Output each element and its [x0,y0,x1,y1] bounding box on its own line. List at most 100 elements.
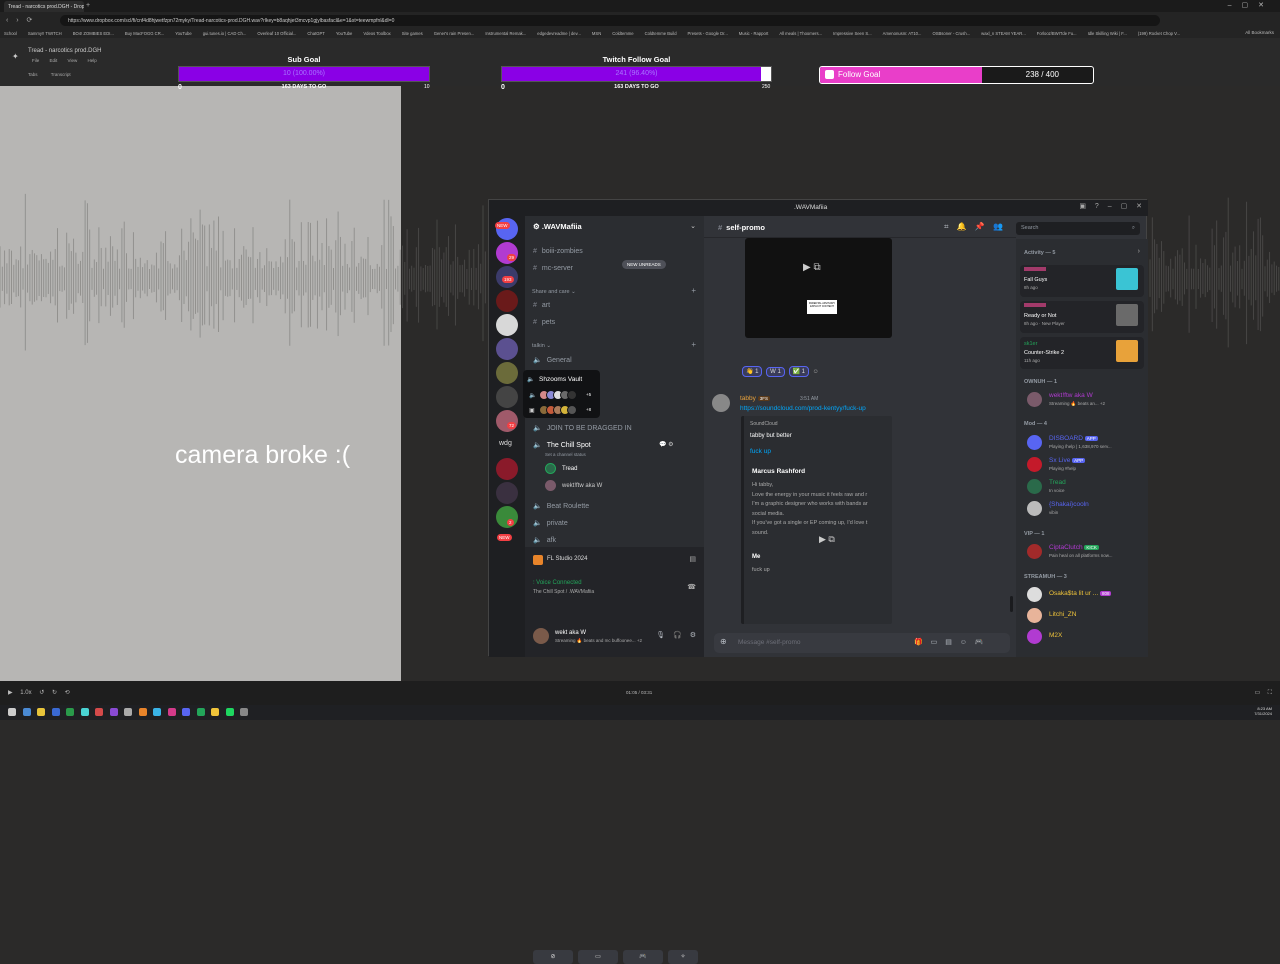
voice-channel-beat-roulette[interactable]: 🔈 Beat Roulette [533,502,589,510]
bookmark-item[interactable]: waxl_n STEAM YEAR... [981,31,1026,36]
window-controls[interactable]: –▢✕ [1228,1,1274,9]
avatar[interactable] [1027,435,1042,450]
disconnect-icon[interactable]: ☎ [687,583,696,591]
new-tab-icon[interactable]: + [86,2,90,9]
menu-item[interactable]: Help [87,58,96,63]
nav-buttons[interactable]: ‹ › ⟳ [6,16,32,24]
taskbar-app-icon[interactable] [51,708,60,716]
voice-channel-chill-spot[interactable]: 🔈 The Chill Spot [533,441,591,449]
bookmark-item[interactable]: Music - Rapport [739,31,769,36]
soundboard-button[interactable]: ✧ [668,950,698,964]
avatar[interactable] [545,480,556,491]
member-name[interactable]: Osaka$ta lit ur ... 808 [1049,590,1112,597]
channel-status[interactable]: Set a channel status [545,452,586,457]
bookmark-item[interactable]: All meals | Thoomers... [779,31,822,36]
tab-transcript[interactable]: Transcript [51,72,71,77]
bookmark-item[interactable]: Buy MacFOGG CR... [125,31,164,36]
chat-scrollbar[interactable] [1010,596,1013,612]
bookmark-item[interactable]: MSN [592,31,601,36]
header-icons[interactable]: ⌗ 🔔 📌 👥 [944,222,1003,232]
taskbar-app-icon[interactable] [153,708,161,716]
taskbar-app-icon[interactable] [138,708,147,716]
bookmark-item[interactable]: Amenonusm: AT10... [883,31,922,36]
server-icon[interactable] [496,338,518,360]
taskbar-app-icon[interactable] [80,708,89,716]
taskbar-app-icon[interactable] [196,708,205,716]
bookmark-item[interactable]: Gener's rain Presen... [434,31,475,36]
speed-label[interactable]: 1.0x [20,690,31,696]
bookmark-item[interactable]: Sammy!! TWITCH [28,31,62,36]
add-channel-icon[interactable]: + [691,286,696,295]
bookmark-item[interactable]: Forlooz/BWITde Fu... [1037,31,1077,36]
clock[interactable]: 8:23 AM 7/31/2024 [1254,706,1272,716]
server-name[interactable]: ⚙ .WAVMafiia [533,222,582,231]
search-input[interactable]: Search ⌕ [1016,222,1140,235]
menu-item[interactable]: Edit [50,58,68,63]
member-name[interactable]: CiptaClutch KICK [1049,544,1099,551]
player-controls-right[interactable]: ▭ ⛶ [1254,689,1272,697]
voice-channel-general[interactable]: 🔈 General [533,356,572,364]
avatar[interactable] [1027,392,1042,407]
bookmark-item[interactable]: School [4,31,17,36]
voice-user-tread[interactable]: Tread [562,466,577,472]
taskbar-app-icon[interactable] [109,708,118,716]
browser-tab[interactable]: Tread - narcotics prod.DGH - Dropbox [4,1,84,12]
server-icon[interactable] [496,482,518,504]
avatar[interactable] [1027,457,1042,472]
bookmark-item[interactable]: BO4! ZOMBIES EDI... [73,31,114,36]
activity-icon[interactable]: ▤ [689,555,696,563]
avatar[interactable] [1027,501,1042,516]
screen-share-button[interactable]: ▭ [578,950,618,964]
add-attachment-icon[interactable]: ⊕ [720,637,727,646]
file-tabs[interactable]: Tabs Transcript [28,72,71,77]
taskbar-app-icon[interactable] [37,708,45,716]
channel-actions-icon[interactable]: 💬 ⚙ [659,441,674,448]
bookmark-item[interactable]: YouTube [336,31,352,36]
voice-channel-private[interactable]: 🔈 private [533,519,568,527]
server-icon[interactable] [496,362,518,384]
member-name[interactable]: {Shakai}cooln [1049,501,1089,508]
tab-tabs[interactable]: Tabs [28,72,38,77]
message-author[interactable]: tabby 3FS [740,395,770,402]
file-menu[interactable]: File Edit View Help [32,58,97,63]
bookmark-item[interactable]: Impressive Seen S... [833,31,872,36]
mic-headset-settings-icons[interactable]: 🎙 🎧 ⚙ [656,631,696,639]
voice-channel-afk[interactable]: 🔈 afk [533,536,556,544]
avatar[interactable] [545,463,556,474]
member-name[interactable]: M2X [1049,632,1062,639]
avatar[interactable] [712,394,730,412]
play-icon[interactable]: ▶ ⧉ [819,534,835,545]
channel-pets[interactable]: # pets [533,319,555,326]
new-unreads-pill[interactable]: NEW UNREADS [622,260,666,269]
camera-button[interactable]: ⊘ [533,950,573,964]
embed-provider[interactable]: SoundCloud [750,421,778,427]
bookmark-item[interactable]: gui.tunes.io | CAD Ch... [203,31,247,36]
avatar[interactable] [1027,479,1042,494]
message-link[interactable]: https://soundcloud.com/prod-kentyy/fuck-… [740,405,866,412]
taskbar-app-icon[interactable] [66,708,74,716]
channel-boiii-zombies[interactable]: # boiii-zombies [533,248,583,255]
taskbar-app-icon[interactable] [95,708,103,716]
chevron-down-icon[interactable]: ⌄ [690,222,696,230]
avatar[interactable] [1027,587,1042,602]
taskbar-app-icon[interactable] [22,708,31,716]
menu-item[interactable]: View [68,58,88,63]
url-bar[interactable]: https://www.dropbox.com/scl/fi/cnf4d8hjw… [60,15,1160,26]
menu-item[interactable]: File [32,58,50,63]
voice-connected[interactable]: ⫶ Voice Connected [533,580,582,587]
taskbar-app-icon[interactable] [182,708,190,716]
add-reaction-icon[interactable]: ☺ [813,369,819,375]
bookmark-item[interactable]: ChatGPT [307,31,324,36]
avatar[interactable] [533,628,549,644]
dropbox-logo-icon[interactable]: ✦ [12,52,19,61]
embed-title-link[interactable]: fuck up [750,448,771,455]
member-name[interactable]: Tread [1049,479,1066,486]
my-username[interactable]: wekt aka W [555,630,586,636]
reaction[interactable]: 👋 1 [742,366,763,377]
bookmark-item[interactable]: Vdeos Toolbox [363,31,390,36]
activity-button[interactable]: 🎮 [623,950,663,964]
bookmark-item[interactable]: YouTube [175,31,191,36]
avatar[interactable] [1027,544,1042,559]
member-name[interactable]: DISBOARD APP [1049,435,1098,442]
category-share-and-care[interactable]: Share and care ⌄ [532,289,576,295]
